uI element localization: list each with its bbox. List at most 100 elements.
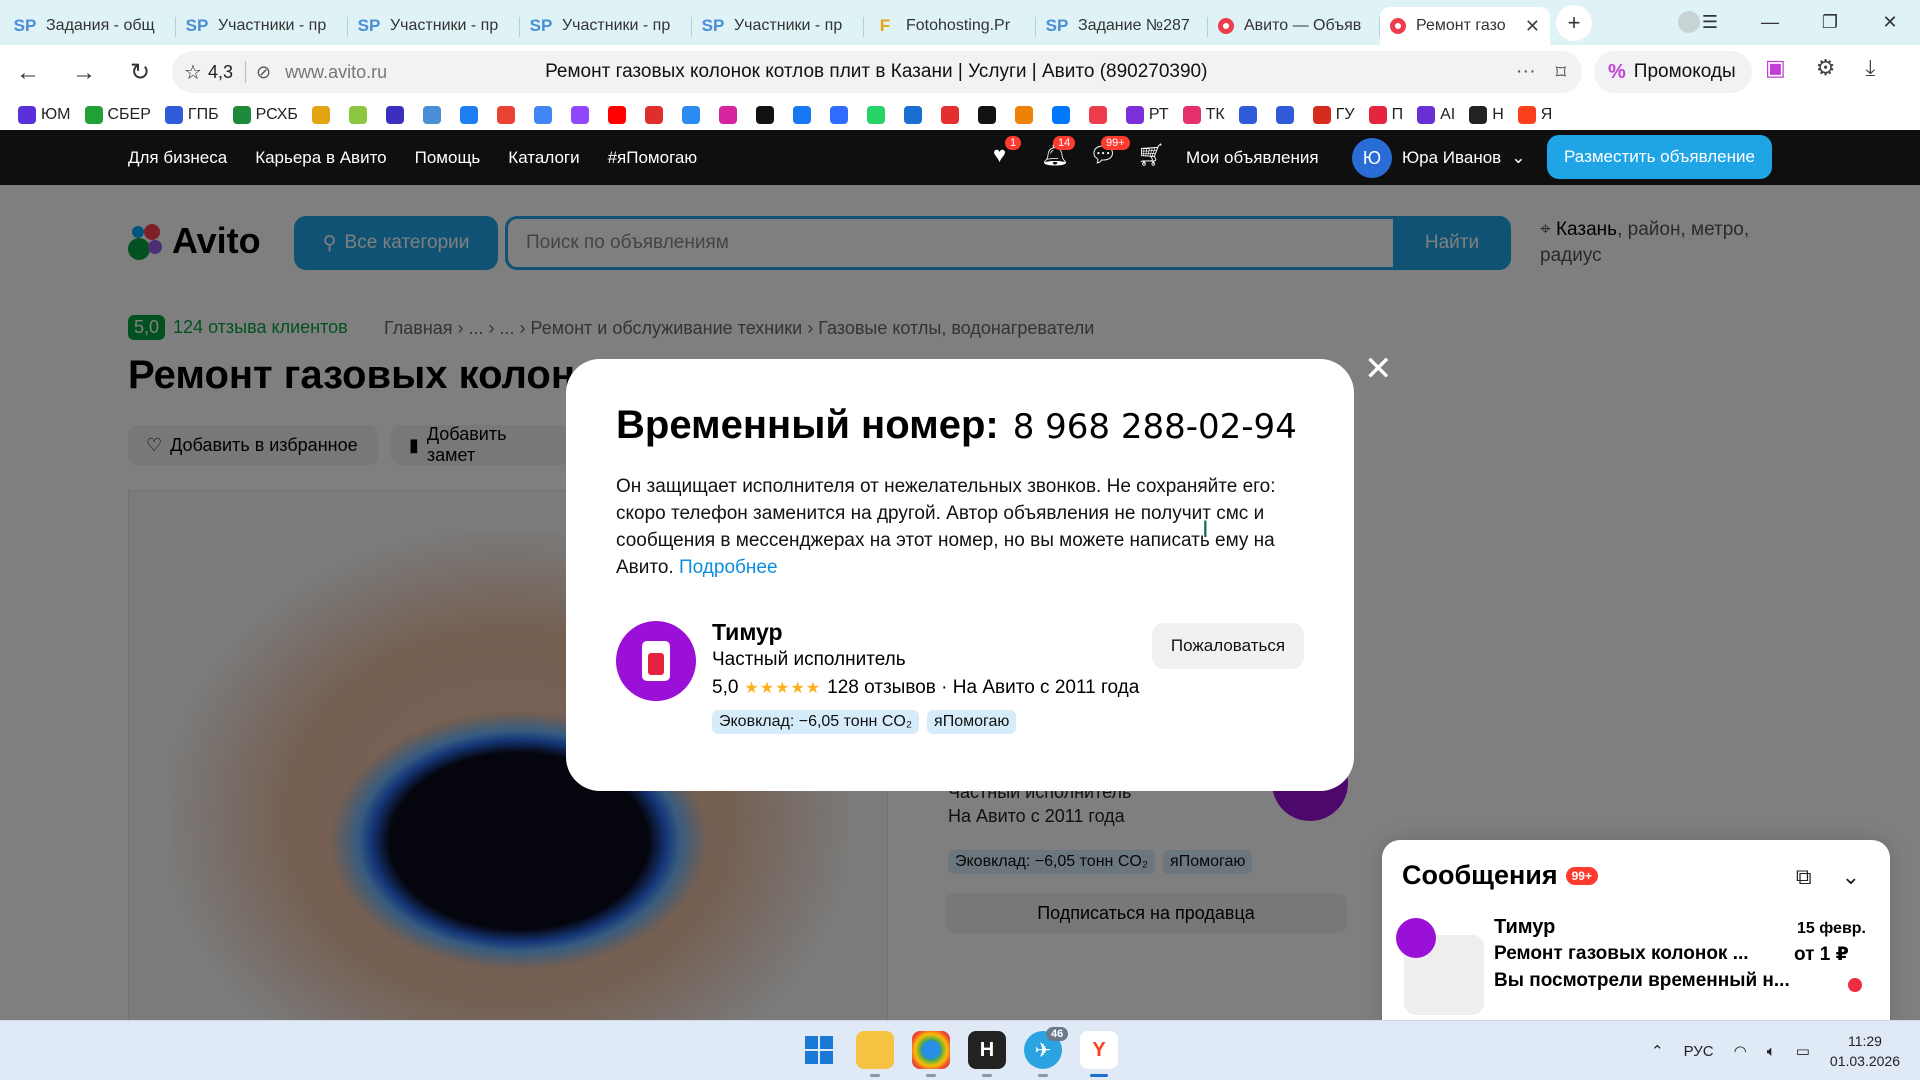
bookmark-item[interactable]: СБЕР — [84, 106, 151, 124]
bookmark-favicon-icon — [1368, 106, 1387, 124]
bookmark-item[interactable]: Я — [1517, 106, 1552, 124]
more-link[interactable]: Подробнее — [679, 557, 778, 578]
bookmark-item[interactable] — [829, 106, 853, 124]
restore-icon[interactable]: ❐ — [1800, 12, 1860, 33]
volume-icon[interactable]: 🔈︎ — [1767, 1043, 1776, 1060]
bookmark-item[interactable] — [607, 106, 631, 124]
header-nav-item[interactable]: Помощь — [415, 148, 481, 168]
promo-button[interactable]: % Промокоды — [1594, 51, 1752, 93]
yandex-browser-icon[interactable]: Y — [1080, 1031, 1118, 1077]
forward-icon[interactable]: → — [56, 59, 112, 87]
file-explorer-icon[interactable] — [856, 1031, 894, 1077]
bookmark-item[interactable]: ТК — [1182, 106, 1225, 124]
chat-name[interactable]: Тимур — [1494, 916, 1555, 939]
lock-icon[interactable]: ⊘ — [256, 62, 271, 83]
bookmark-item[interactable] — [1238, 106, 1262, 124]
bookmark-item[interactable]: AI — [1417, 106, 1455, 124]
browser-tab[interactable]: F Fotohosting.Pr — [864, 7, 1036, 45]
browser-tab[interactable]: SP Участники - пр — [176, 7, 348, 45]
bookmark-icon[interactable]: ⌑ — [1556, 60, 1566, 85]
close-modal-icon[interactable]: ✕ — [1364, 352, 1393, 386]
reload-icon[interactable]: ↻ — [112, 58, 168, 87]
bookmark-item[interactable] — [681, 106, 705, 124]
favorites-icon[interactable]: ♥ 1 — [993, 136, 1022, 168]
bookmark-item[interactable] — [1014, 106, 1038, 124]
bookmark-item[interactable] — [718, 106, 742, 124]
bookmark-item[interactable]: Н — [1469, 106, 1504, 124]
post-ad-button[interactable]: Разместить объявление — [1547, 135, 1772, 179]
bookmark-item[interactable]: ГПБ — [164, 106, 219, 124]
bookmark-item[interactable] — [422, 106, 446, 124]
messages-icon[interactable]: 💬︎ 99+ — [1089, 136, 1130, 168]
cart-icon[interactable]: 🛒︎ — [1137, 142, 1165, 168]
more-icon[interactable]: ··· — [1516, 60, 1536, 85]
bookmark-item[interactable] — [644, 106, 668, 124]
complain-button[interactable]: Пожаловаться — [1152, 623, 1304, 669]
wifi-icon[interactable]: ◠ — [1734, 1042, 1747, 1060]
telegram-icon[interactable]: ✈ 46 — [1024, 1027, 1069, 1077]
language-indicator[interactable]: РУС — [1684, 1043, 1714, 1060]
bookmark-favicon-icon — [607, 106, 626, 124]
browser-tab[interactable]: SP Участники - пр — [520, 7, 692, 45]
user-menu[interactable]: Ю Юра Иванов ⌄ — [1352, 138, 1525, 178]
bookmark-item[interactable] — [940, 106, 964, 124]
header-nav-item[interactable]: #яПомогаю — [608, 148, 698, 168]
download-icon[interactable]: ⤓ — [1866, 55, 1876, 81]
bookmark-item[interactable] — [1088, 106, 1112, 124]
bookmark-item[interactable] — [570, 106, 594, 124]
open-external-icon[interactable]: ⧉ — [1796, 864, 1812, 890]
bookmark-item[interactable] — [348, 106, 372, 124]
chevron-up-icon[interactable]: ⌃ — [1651, 1042, 1664, 1060]
minimize-icon[interactable]: — — [1740, 12, 1800, 33]
close-window-icon[interactable]: ✕ — [1860, 12, 1920, 33]
bookmark-item[interactable] — [311, 106, 335, 124]
browser-tab[interactable]: SP Участники - пр — [348, 7, 520, 45]
browser-tab[interactable]: SP Задание №287 — [1036, 7, 1208, 45]
bookmark-item[interactable] — [755, 106, 779, 124]
menu-icon[interactable]: ☰ — [1680, 12, 1740, 33]
close-tab-icon[interactable]: ✕ — [1525, 16, 1540, 37]
bookmark-item[interactable] — [533, 106, 557, 124]
bookmark-item[interactable] — [385, 106, 409, 124]
my-ads-link[interactable]: Мои объявления — [1186, 130, 1319, 185]
bookmark-item[interactable] — [1051, 106, 1075, 124]
header-nav-item[interactable]: Каталоги — [508, 148, 579, 168]
seller-name[interactable]: Тимур — [712, 619, 783, 646]
notifications-icon[interactable]: 🔔︎ 14 — [1041, 136, 1076, 168]
extensions-icon[interactable]: ⚙ — [1816, 55, 1836, 81]
back-icon[interactable]: ← — [0, 59, 56, 87]
bookmark-item[interactable] — [1275, 106, 1299, 124]
bookmark-item[interactable] — [903, 106, 927, 124]
bookmark-item[interactable] — [459, 106, 483, 124]
seller-rating[interactable]: 5,0 ★★★★★ 128 отзывов · На Авито с 2011 го… — [712, 677, 1139, 699]
header-nav-item[interactable]: Для бизнеса — [128, 148, 227, 168]
new-tab-button[interactable]: + — [1556, 5, 1592, 41]
browser-tab[interactable]: SP Задания - общ — [4, 7, 176, 45]
bookmark-item[interactable] — [866, 106, 890, 124]
bookmark-favicon-icon — [1088, 106, 1107, 124]
chrome-icon[interactable] — [912, 1031, 950, 1077]
bookmark-item[interactable] — [496, 106, 520, 124]
seller-avatar[interactable] — [616, 621, 696, 701]
bookmark-item[interactable]: ЮМ — [18, 106, 71, 124]
bookmark-item[interactable] — [977, 106, 1001, 124]
collapse-icon[interactable]: ⌄ — [1842, 864, 1860, 890]
image-icon[interactable]: ▣ — [1765, 55, 1786, 81]
site-rating[interactable]: ☆ 4,3 — [184, 60, 233, 85]
windows-start-icon[interactable] — [800, 1031, 838, 1069]
browser-tab[interactable]: SP Участники - пр — [692, 7, 864, 45]
battery-icon[interactable]: ▭ — [1796, 1042, 1810, 1060]
ya-pomogayu-tag[interactable]: яПомогаю — [927, 710, 1017, 734]
browser-tab[interactable]: Ремонт газо ✕ — [1380, 7, 1550, 45]
bookmark-item[interactable]: П — [1368, 106, 1403, 124]
eco-contribution-tag[interactable]: Эковклад: −6,05 тонн CO₂ — [712, 710, 920, 734]
bookmark-item[interactable]: РСХБ — [232, 106, 298, 124]
url-field[interactable]: ☆ 4,3 ⊘ www.avito.ru Ремонт газовых колон… — [172, 51, 1582, 93]
bookmark-item[interactable] — [792, 106, 816, 124]
header-nav-item[interactable]: Карьера в Авито — [255, 148, 386, 168]
clock[interactable]: 11:29 01.03.2026 — [1830, 1031, 1900, 1071]
browser-tab[interactable]: Авито — Объяв — [1208, 7, 1380, 45]
bookmark-item[interactable]: ГУ — [1312, 106, 1355, 124]
app-h-icon[interactable]: H — [968, 1031, 1006, 1077]
bookmark-item[interactable]: РТ — [1125, 106, 1169, 124]
